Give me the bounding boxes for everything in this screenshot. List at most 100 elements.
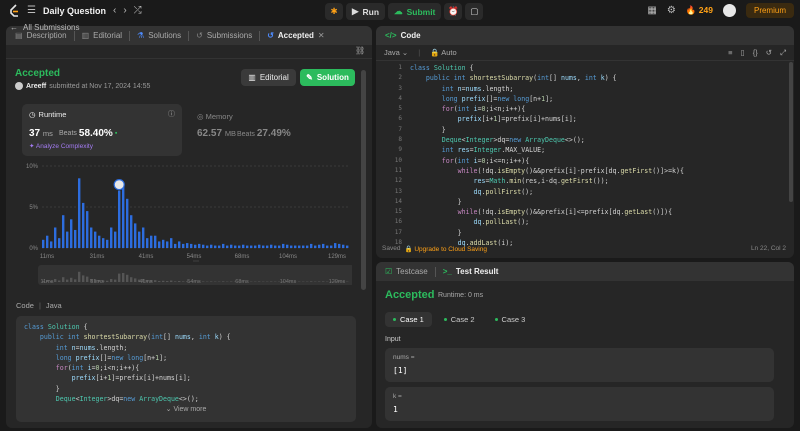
chart-bar[interactable]	[318, 244, 321, 248]
chart-bar[interactable]	[310, 243, 313, 248]
chart-bar[interactable]	[90, 227, 93, 249]
chart-bar[interactable]	[282, 243, 285, 248]
leetcode-logo-icon[interactable]	[8, 4, 20, 18]
input-nums[interactable]: nums = [1]	[385, 348, 774, 382]
chart-bar[interactable]	[234, 245, 237, 248]
chart-bar[interactable]	[182, 243, 185, 248]
bookmark-icon[interactable]: ▯	[741, 48, 745, 58]
chart-bar[interactable]	[42, 239, 45, 248]
chart-bar[interactable]	[322, 243, 325, 248]
scrollbar[interactable]	[361, 70, 366, 290]
chart-bar[interactable]	[314, 245, 317, 248]
debug-button[interactable]: ✱	[325, 3, 343, 20]
chevron-left-icon[interactable]: ‹	[113, 5, 116, 17]
chart-bar[interactable]	[302, 245, 305, 248]
chart-bar[interactable]	[222, 243, 225, 248]
back-to-submissions[interactable]: ← All Submissions	[10, 23, 79, 32]
editor-scrollbar[interactable]	[789, 62, 793, 202]
analyze-complexity-link[interactable]: ✦ Analyze Complexity	[29, 142, 93, 150]
link-icon[interactable]: ⛓	[355, 46, 365, 55]
chart-bar[interactable]	[270, 244, 273, 248]
chart-bar[interactable]	[74, 229, 77, 248]
case-tab-3[interactable]: Case 3	[487, 312, 534, 327]
layout-grid-icon[interactable]: ▦	[647, 5, 656, 17]
chart-bar[interactable]	[102, 238, 105, 248]
chart-bar[interactable]	[114, 231, 117, 248]
chart-bar[interactable]	[178, 241, 181, 248]
submit-button[interactable]: ☁ Submit	[388, 3, 442, 20]
shuffle-icon[interactable]: ⤮	[134, 5, 142, 17]
chart-bar[interactable]	[62, 215, 65, 248]
chart-bar[interactable]	[138, 231, 141, 248]
chart-bar[interactable]	[126, 198, 129, 248]
braces-icon[interactable]: {}	[753, 48, 758, 58]
chart-bar[interactable]	[258, 244, 261, 248]
chart-bar[interactable]	[246, 245, 249, 248]
tab-test-result[interactable]: >_ Test Result	[440, 267, 502, 276]
chart-bar[interactable]	[66, 231, 69, 248]
chart-bar[interactable]	[242, 244, 245, 248]
timer-button[interactable]: ⏰	[444, 3, 463, 20]
fullscreen-icon[interactable]: ⤢	[780, 48, 786, 58]
chart-bar[interactable]	[166, 241, 169, 248]
chart-bar[interactable]	[190, 243, 193, 248]
chart-bar[interactable]	[294, 245, 297, 248]
streak-counter[interactable]: 🔥 249	[686, 5, 713, 16]
chart-bar[interactable]	[46, 235, 49, 248]
chart-bar[interactable]	[58, 238, 61, 248]
run-button[interactable]: ▶ Run	[346, 3, 386, 20]
chart-bar[interactable]	[198, 243, 201, 248]
chart-bar[interactable]	[218, 245, 221, 248]
case-tab-2[interactable]: Case 2	[436, 312, 483, 327]
chart-bar[interactable]	[130, 215, 133, 248]
close-icon[interactable]: ✕	[318, 31, 325, 40]
chart-bar[interactable]	[54, 227, 57, 249]
settings-gear-icon[interactable]: ⚙	[667, 5, 676, 17]
tab-editorial[interactable]: ▥ Editorial	[79, 31, 125, 40]
tab-accepted[interactable]: ↺ Accepted ✕	[264, 31, 327, 40]
premium-button[interactable]: Premium	[745, 3, 794, 18]
problem-list-icon[interactable]: ☰	[27, 5, 36, 17]
chart-bar[interactable]	[50, 241, 53, 248]
chart-bar[interactable]	[238, 245, 241, 248]
upgrade-link[interactable]: 🔒 Upgrade to Cloud Saving	[404, 245, 487, 253]
chart-bar[interactable]	[214, 245, 217, 248]
chart-bar[interactable]	[78, 178, 81, 248]
chart-bar[interactable]	[70, 219, 73, 248]
auto-mode-toggle[interactable]: 🔒 Auto	[430, 48, 456, 57]
chart-bar[interactable]	[186, 243, 189, 248]
case-tab-1[interactable]: Case 1	[385, 312, 432, 327]
chart-bar[interactable]	[142, 227, 145, 249]
tab-solutions[interactable]: ⚗ Solutions	[134, 31, 184, 40]
chart-bar[interactable]	[262, 245, 265, 248]
chart-bar[interactable]	[98, 235, 101, 248]
notes-button[interactable]: ▢	[465, 3, 484, 20]
chart-bar[interactable]	[150, 235, 153, 248]
chart-bar[interactable]	[146, 238, 149, 248]
reset-icon[interactable]: ↺	[766, 48, 772, 58]
chart-bar[interactable]	[266, 245, 269, 248]
chart-bar[interactable]	[306, 245, 309, 248]
problem-list-title[interactable]: Daily Question	[43, 6, 106, 16]
chart-bar[interactable]	[286, 244, 289, 248]
chart-bar[interactable]	[338, 243, 341, 248]
chart-bar[interactable]	[158, 241, 161, 248]
chart-bar[interactable]	[162, 239, 165, 248]
runtime-distribution-chart[interactable]: 10%5%0%11ms 31ms 41ms 54ms 68ms 104ms 129ms11m…	[22, 160, 352, 290]
chart-bar[interactable]	[334, 243, 337, 248]
chart-bar[interactable]	[298, 245, 301, 248]
tab-testcase[interactable]: ☑ Testcase	[382, 267, 431, 276]
chart-bar[interactable]	[154, 235, 157, 248]
editorial-button[interactable]: ▥ Editorial	[241, 69, 296, 86]
chart-bar[interactable]	[278, 245, 281, 248]
chart-bar[interactable]	[118, 190, 121, 248]
memory-label[interactable]: ◎ Memory	[197, 112, 233, 121]
chart-bar[interactable]	[254, 245, 257, 248]
submitted-code[interactable]: class Solution { public int shortestSuba…	[16, 316, 356, 422]
chart-bar[interactable]	[290, 245, 293, 248]
chart-bar[interactable]	[194, 244, 197, 248]
chart-bar[interactable]	[342, 244, 345, 248]
chart-bar[interactable]	[86, 211, 89, 248]
chart-bar[interactable]	[346, 245, 349, 248]
chart-bar[interactable]	[226, 245, 229, 248]
